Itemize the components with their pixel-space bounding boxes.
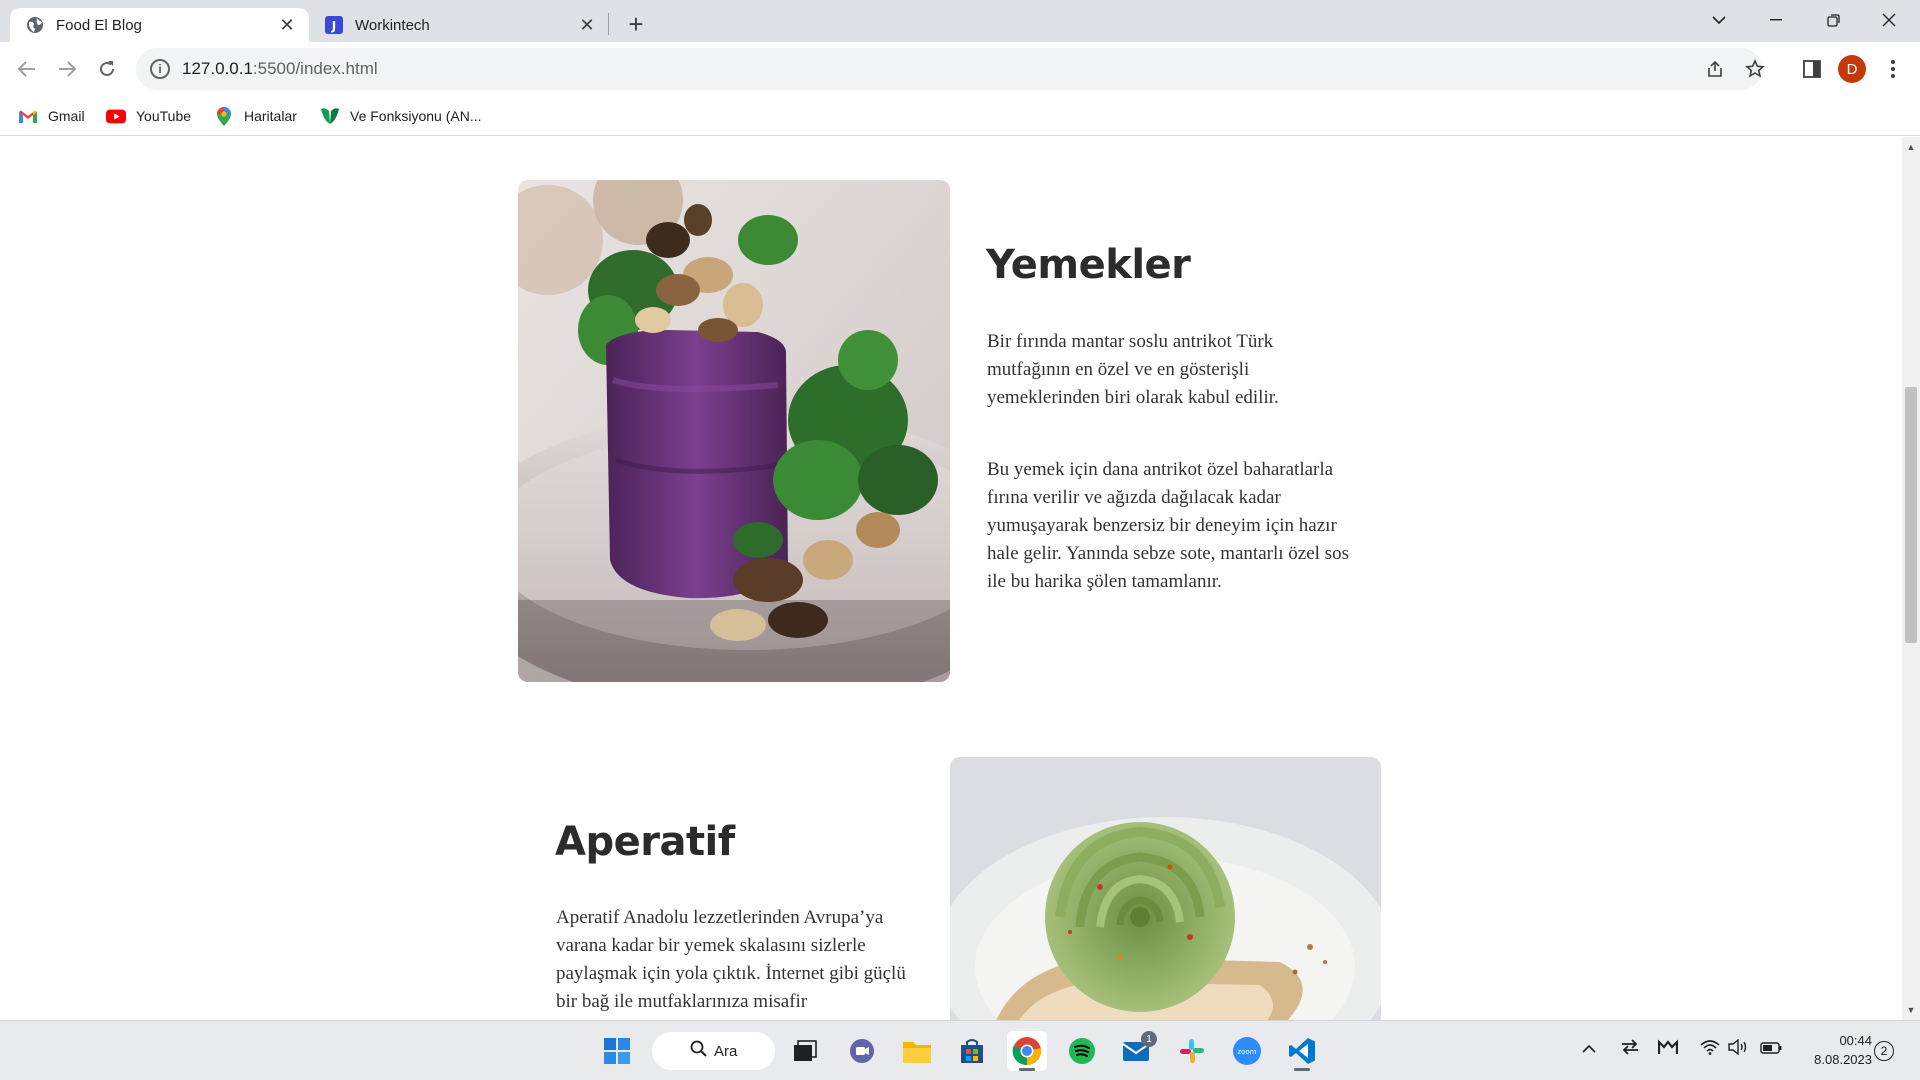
close-window-icon[interactable] bbox=[1862, 0, 1916, 40]
maps-icon bbox=[214, 106, 234, 126]
aperatif-food-image bbox=[950, 757, 1381, 1020]
ve-fonksiyonu-icon bbox=[320, 108, 340, 124]
reload-icon[interactable] bbox=[90, 52, 124, 86]
bookmark-label: Haritalar bbox=[244, 108, 297, 124]
yemekler-paragraph-1: Bir fırında mantar soslu antrikot Türk m… bbox=[987, 331, 1279, 408]
back-icon[interactable] bbox=[10, 52, 44, 86]
site-info-icon[interactable]: i bbox=[150, 59, 170, 79]
page-viewport: Yemekler Bir fırında mantar soslu antrik… bbox=[0, 137, 1902, 1020]
teams-chat-icon[interactable] bbox=[842, 1031, 882, 1071]
gmail-tray-icon[interactable] bbox=[1657, 1039, 1679, 1060]
active-indicator bbox=[1019, 1068, 1035, 1071]
taskbar-search[interactable]: Ara bbox=[652, 1032, 775, 1070]
network-switch-icon[interactable] bbox=[1621, 1039, 1639, 1060]
new-tab-button[interactable]: + bbox=[622, 9, 650, 39]
scroll-down-icon[interactable]: ▼ bbox=[1902, 1003, 1920, 1017]
share-icon[interactable] bbox=[1702, 56, 1728, 82]
bookmark-ve-fonksiyonu[interactable]: Ve Fonksiyonu (AN... bbox=[320, 104, 482, 128]
tab-food-el-blog[interactable]: Food El Blog ✕ bbox=[10, 8, 309, 42]
tab-search-icon[interactable] bbox=[1692, 0, 1746, 40]
url-text: 127.0.0.1:5500/index.html bbox=[182, 59, 378, 79]
aperatif-title: Aperatif bbox=[555, 819, 735, 865]
battery-icon[interactable] bbox=[1760, 1039, 1782, 1059]
microsoft-store-icon[interactable] bbox=[952, 1031, 992, 1071]
search-label: Ara bbox=[714, 1042, 738, 1060]
scrollbar-thumb[interactable] bbox=[1905, 387, 1917, 643]
close-tab-icon[interactable]: ✕ bbox=[577, 15, 597, 35]
bookmark-haritalar[interactable]: Haritalar bbox=[214, 104, 297, 128]
address-bar[interactable]: i 127.0.0.1:5500/index.html bbox=[136, 48, 1765, 90]
side-panel-icon[interactable] bbox=[1798, 55, 1826, 83]
scroll-up-icon[interactable]: ▲ bbox=[1902, 140, 1920, 154]
bookmark-youtube[interactable]: YouTube bbox=[106, 104, 191, 128]
mail-icon[interactable]: 1 bbox=[1117, 1031, 1157, 1071]
url-host: 127.0.0.1 bbox=[182, 59, 253, 78]
svg-text:J: J bbox=[331, 19, 336, 33]
zoom-icon[interactable]: zoom bbox=[1227, 1031, 1267, 1071]
running-indicator bbox=[1294, 1068, 1310, 1071]
menu-kebab-icon[interactable] bbox=[1879, 55, 1907, 83]
clock-date: 8.08.2023 bbox=[1814, 1052, 1872, 1067]
show-hidden-icons[interactable] bbox=[1582, 1039, 1596, 1059]
file-explorer-icon[interactable] bbox=[897, 1031, 937, 1071]
bookmarks-bar: Gmail YouTube Haritalar Ve Fonksiyonu (A… bbox=[0, 96, 1920, 136]
aperatif-paragraph-1: Aperatif Anadolu lezzetlerinden Avrupa’y… bbox=[556, 907, 906, 1012]
bookmark-gmail[interactable]: Gmail bbox=[18, 104, 85, 128]
forward-icon[interactable] bbox=[50, 52, 84, 86]
task-view-icon[interactable] bbox=[785, 1031, 825, 1071]
bookmark-label: YouTube bbox=[136, 108, 192, 124]
minimize-icon[interactable] bbox=[1749, 0, 1803, 40]
tab-strip: Food El Blog ✕ J Workintech ✕ + bbox=[0, 0, 1920, 42]
tab-title: Food El Blog bbox=[56, 16, 142, 34]
system-clock[interactable]: 00:44 8.08.2023 bbox=[1786, 1031, 1872, 1069]
vscode-icon[interactable] bbox=[1282, 1031, 1322, 1071]
url-path: :5500/index.html bbox=[252, 59, 378, 78]
slack-icon[interactable] bbox=[1172, 1031, 1212, 1071]
clock-time: 00:44 bbox=[1839, 1033, 1872, 1048]
svg-text:zoom: zoom bbox=[1237, 1048, 1256, 1056]
wifi-icon[interactable] bbox=[1700, 1039, 1720, 1060]
spotify-icon[interactable] bbox=[1062, 1031, 1102, 1071]
workintech-icon: J bbox=[325, 16, 343, 34]
tab-title: Workintech bbox=[355, 16, 430, 34]
tab-workintech[interactable]: J Workintech ✕ bbox=[311, 8, 609, 42]
yemekler-title: Yemekler bbox=[986, 242, 1191, 288]
yemekler-paragraph-2: Bu yemek için dana antrikot özel baharat… bbox=[987, 459, 1349, 592]
start-icon[interactable] bbox=[597, 1031, 637, 1071]
mail-badge: 1 bbox=[1141, 1031, 1157, 1047]
bookmark-star-icon[interactable] bbox=[1742, 56, 1768, 82]
bookmark-label: Ve Fonksiyonu (AN... bbox=[350, 108, 482, 124]
yemekler-food-image bbox=[518, 180, 950, 682]
chrome-icon[interactable] bbox=[1007, 1031, 1047, 1071]
notification-count[interactable]: 2 bbox=[1874, 1041, 1894, 1061]
page-scrollbar[interactable]: ▲ ▼ bbox=[1902, 137, 1920, 1020]
volume-icon[interactable] bbox=[1728, 1038, 1750, 1060]
bookmark-label: Gmail bbox=[48, 108, 85, 124]
tab-separator bbox=[608, 13, 609, 35]
globe-icon bbox=[26, 16, 44, 34]
browser-toolbar: i 127.0.0.1:5500/index.html D bbox=[0, 42, 1920, 96]
youtube-icon bbox=[106, 108, 126, 124]
gmail-icon bbox=[18, 108, 38, 124]
restore-icon[interactable] bbox=[1806, 0, 1860, 40]
windows-taskbar: Ara 1 zoom 00:44 8.08.2023 2 bbox=[0, 1020, 1920, 1080]
close-tab-icon[interactable]: ✕ bbox=[277, 15, 297, 35]
search-icon bbox=[690, 1040, 708, 1063]
profile-avatar[interactable]: D bbox=[1838, 55, 1866, 83]
